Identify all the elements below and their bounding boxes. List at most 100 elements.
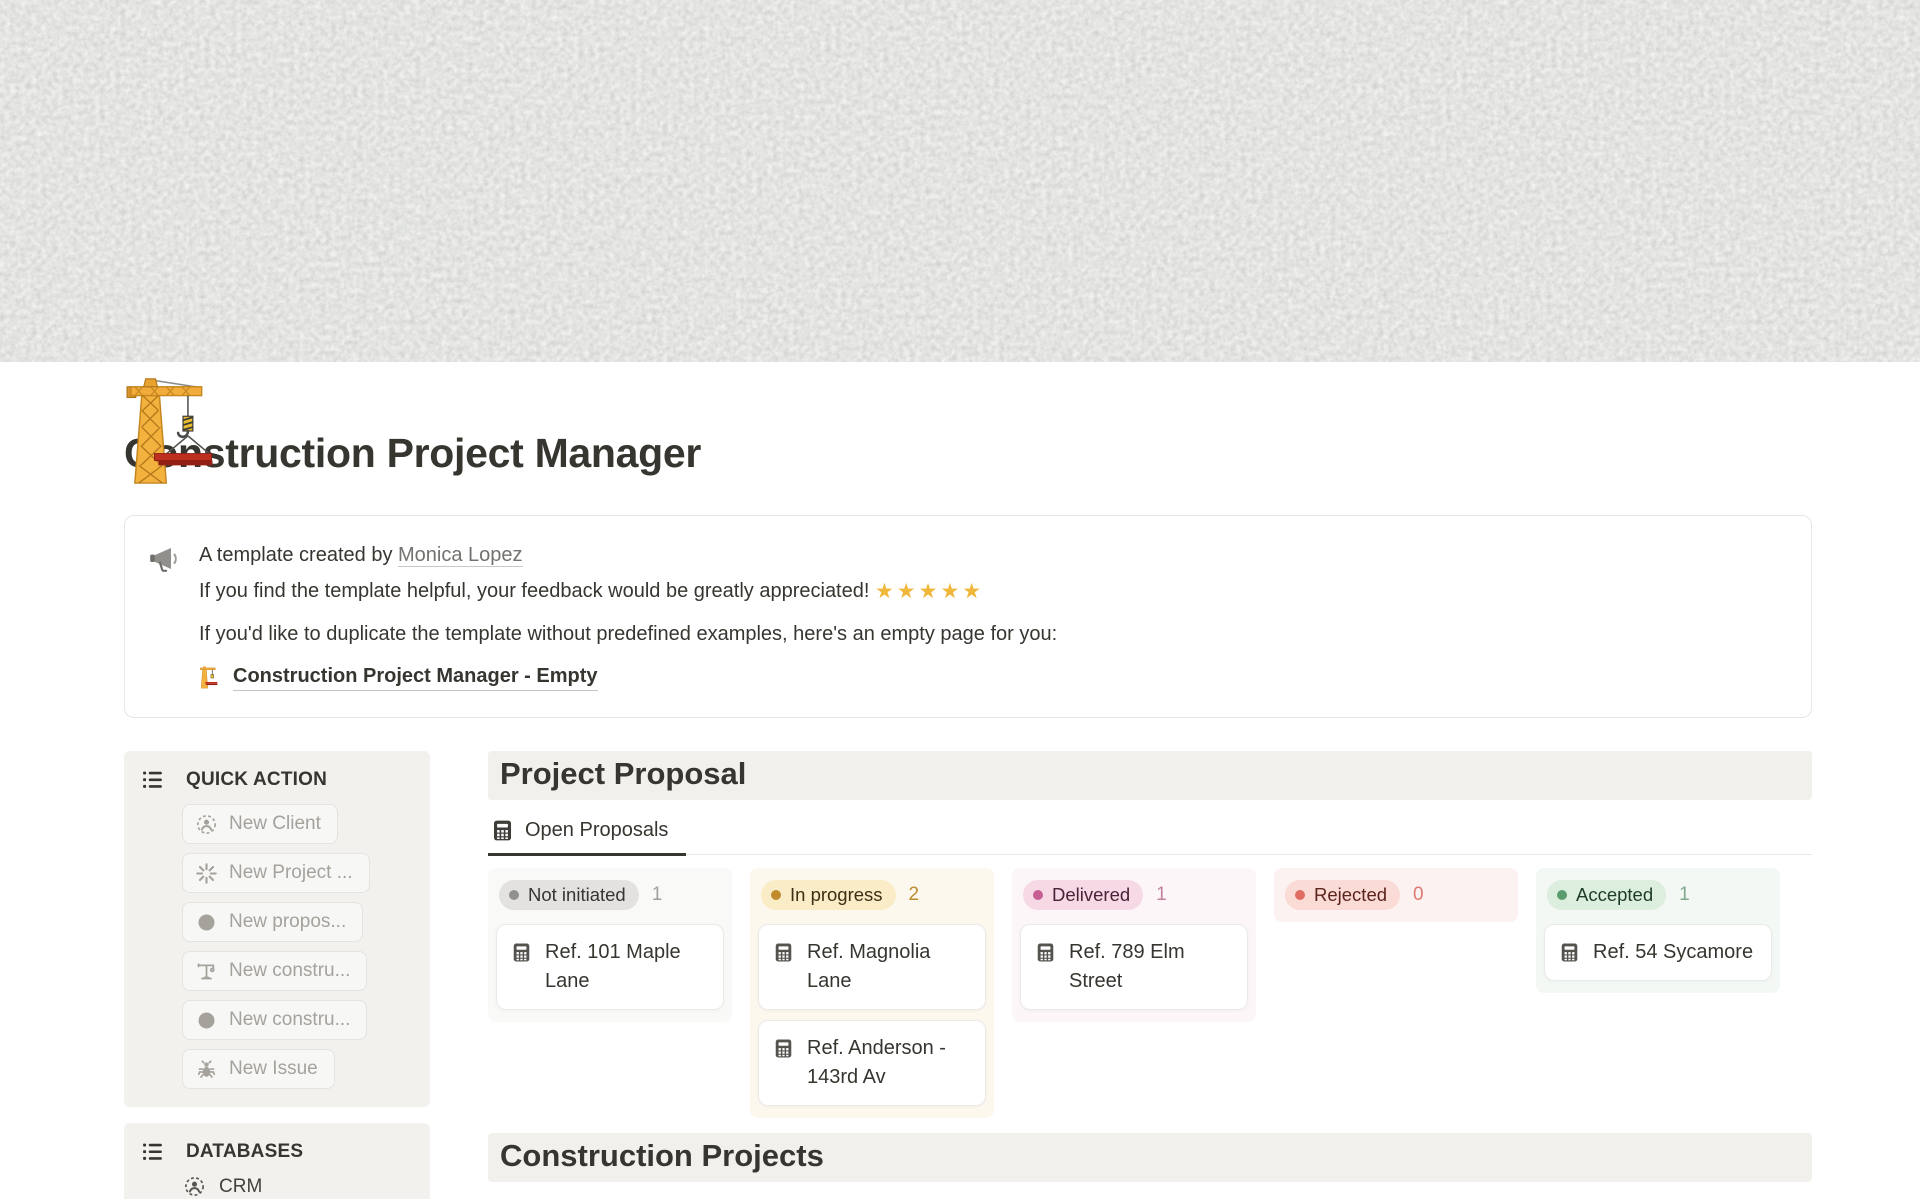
button-label: New Issue [229,1058,318,1080]
quick-action-header: QUICK ACTION [140,767,416,792]
quick-action-new-constru[interactable]: New constru... [182,1000,367,1040]
quick-action-new-client[interactable]: New Client [182,804,338,844]
status-dot [1295,890,1305,900]
section-heading-project-proposal: Project Proposal [488,751,1812,800]
section-heading-construction-projects: Construction Projects [488,1133,1812,1182]
calculator-icon [1559,942,1580,963]
card-title: Ref. Magnolia Lane [807,938,971,996]
quick-action-new-constru[interactable]: New constru... [182,951,367,991]
list-icon [140,1139,165,1164]
status-pill-accepted[interactable]: Accepted [1547,880,1666,910]
proposal-card-ref-anderson-143rd-av[interactable]: Ref. Anderson - 143rd Av [758,1020,986,1106]
quick-action-new-issue[interactable]: New Issue [182,1049,335,1089]
calculator-icon [1035,942,1056,963]
button-label: New constru... [229,1009,350,1031]
author-link[interactable]: Monica Lopez [398,544,523,567]
megaphone-icon [147,540,183,691]
crane-icon [124,373,244,487]
status-pill-not-initiated[interactable]: Not initiated [499,880,639,910]
callout-line-3: If you'd like to duplicate the template … [199,619,1057,649]
quick-action-new-propos[interactable]: New propos... [182,902,363,942]
quick-action-new-project[interactable]: New Project ... [182,853,370,893]
board-column-delivered: Delivered 1 Ref. 789 Elm Street [1012,868,1256,1022]
status-label: Accepted [1576,884,1653,906]
proposal-card-ref-magnolia-lane[interactable]: Ref. Magnolia Lane [758,924,986,1010]
status-dot [1033,890,1043,900]
status-dot [509,890,519,900]
person-icon [184,1176,206,1198]
column-header: Not initiated 1 [496,880,724,910]
calculator-icon [491,819,514,842]
database-link-crm[interactable]: CRM [184,1174,262,1199]
column-header: Accepted 1 [1544,880,1772,910]
proposal-card-ref-54-sycamore[interactable]: Ref. 54 Sycamore [1544,924,1772,981]
column-count: 1 [1156,884,1167,906]
card-title: Ref. Anderson - 143rd Av [807,1034,971,1092]
button-label: New constru... [229,960,350,982]
proposal-card-ref-101-maple-lane[interactable]: Ref. 101 Maple Lane [496,924,724,1010]
status-label: Not initiated [528,884,626,906]
status-pill-in-progress[interactable]: In progress [761,880,896,910]
bug-icon [196,1059,217,1080]
status-pill-rejected[interactable]: Rejected [1285,880,1400,910]
main-content: Project Proposal [488,751,1812,1199]
column-header: In progress 2 [758,880,986,910]
proposal-board: Not initiated 1 Ref. 101 Maple Lane In prog… [488,868,1812,1118]
button-label: New Client [229,813,321,835]
empty-page-link[interactable]: Construction Project Manager - Empty [233,663,598,691]
column-cards: Ref. Magnolia Lane Ref. Anderson - 143rd … [758,924,986,1106]
crane-icon [199,665,224,689]
databases-header: DATABASES [140,1139,416,1164]
column-count: 1 [652,884,663,906]
proposal-card-ref-789-elm-street[interactable]: Ref. 789 Elm Street [1020,924,1248,1010]
board-column-in-progress: In progress 2 Ref. Magnolia Lane Ref. Ander… [750,868,994,1118]
databases-block: DATABASES CRMConstru... [124,1123,430,1199]
calculator-icon [773,1038,794,1059]
crane-icon [196,961,217,982]
cover-image [0,0,1920,362]
callout-line-2: If you find the template helpful, your f… [199,576,1057,607]
button-label: New propos... [229,911,346,933]
calculator-icon [773,942,794,963]
list-icon [140,767,165,792]
template-callout: A template created by Monica Lopez If yo… [124,515,1812,718]
burst-icon [196,863,217,884]
column-cards: Ref. 54 Sycamore [1544,924,1772,981]
button-label: New Project ... [229,862,353,884]
proposal-view-tabs: Open Proposals [488,814,1812,855]
notion-page: Construction Project Manager A template … [0,0,1920,1199]
column-count: 2 [909,884,920,906]
circle-icon [196,1010,217,1031]
column-header: Rejected0 [1282,880,1510,910]
quick-action-block: QUICK ACTION New ClientNew Project ...Ne… [124,751,430,1107]
status-pill-delivered[interactable]: Delivered [1023,880,1143,910]
quick-action-buttons: New Client New Project ... New propos... Ne… [182,804,416,1089]
page-icon-crane[interactable] [124,373,244,487]
board-column-not-initiated: Not initiated 1 Ref. 101 Maple Lane [488,868,732,1022]
status-dot [771,890,781,900]
circle-icon [196,912,217,933]
sidebar: QUICK ACTION New ClientNew Project ...Ne… [124,751,430,1199]
callout-line-1: A template created by Monica Lopez [199,540,1057,570]
status-label: Rejected [1314,884,1387,906]
empty-page-link-row: Construction Project Manager - Empty [199,663,1057,691]
quick-action-title: QUICK ACTION [186,769,327,791]
tab-label: Open Proposals [525,819,668,842]
stucco-texture [0,0,1920,362]
column-cards: Ref. 789 Elm Street [1020,924,1248,1010]
status-dot [1557,890,1567,900]
board-column-accepted: Accepted 1 Ref. 54 Sycamore [1536,868,1780,993]
tab-open-proposals[interactable]: Open Proposals [488,814,686,856]
column-cards: Ref. 101 Maple Lane [496,924,724,1010]
database-label: CRM [219,1174,262,1199]
board-column-rejected: Rejected0 [1274,868,1518,922]
status-label: In progress [790,884,883,906]
column-header: Delivered 1 [1020,880,1248,910]
calculator-icon [511,942,532,963]
database-links: CRMConstru... [184,1174,416,1199]
star-rating: ★★★★★ [875,580,984,603]
person-icon [196,814,217,835]
column-count: 1 [1679,884,1690,906]
card-title: Ref. 54 Sycamore [1593,938,1753,967]
card-title: Ref. 789 Elm Street [1069,938,1233,996]
